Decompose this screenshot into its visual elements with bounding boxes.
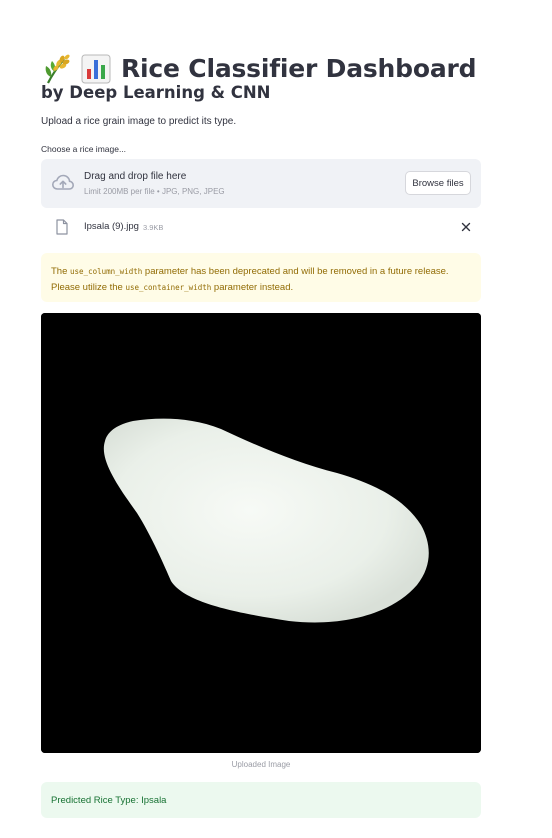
browse-files-button[interactable]: Browse files (405, 171, 471, 195)
cloud-upload-icon (51, 173, 75, 193)
uploader-label: Choose a rice image... (41, 144, 127, 154)
warning-text-1: The (51, 266, 71, 277)
dropzone-limit: Limit 200MB per file • JPG, PNG, JPEG (84, 187, 225, 196)
file-dropzone[interactable]: Drag and drop file here Limit 200MB per … (41, 159, 481, 208)
page-description: Upload a rice grain image to predict its… (41, 116, 237, 127)
bar-chart-icon (79, 52, 113, 86)
image-caption: Uploaded Image (231, 760, 291, 769)
uploaded-image (41, 313, 481, 753)
warning-text-3: parameter instead. (211, 281, 294, 293)
close-icon (461, 222, 471, 232)
title-text: Rice Classifier Dashboard (121, 54, 477, 84)
dropzone-title: Drag and drop file here (84, 171, 187, 182)
file-icon (56, 219, 68, 235)
prediction-result: Predicted Rice Type: Ipsala (41, 782, 481, 818)
file-name: Ipsala (9).jpg (84, 221, 139, 232)
file-size: 3.9KB (143, 223, 164, 232)
deprecation-warning: The use_column_width parameter has been … (41, 253, 481, 302)
remove-file-button[interactable] (459, 220, 473, 234)
page-subtitle: by Deep Learning & CNN (41, 83, 271, 102)
uploaded-file-row: Ipsala (9).jpg 3.9KB (41, 214, 481, 242)
warning-code-1: use_column_width (70, 267, 143, 276)
warning-code-2: use_container_width (125, 282, 212, 292)
rice-plant-icon (41, 52, 75, 86)
